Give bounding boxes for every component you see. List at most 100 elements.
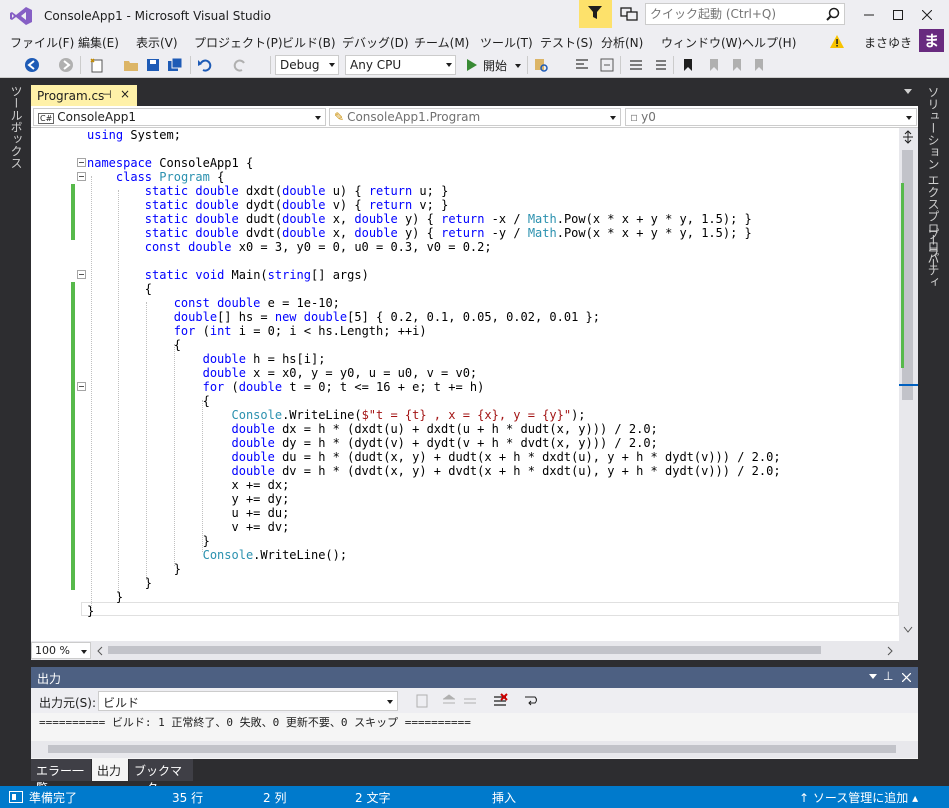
- code-line[interactable]: {: [87, 394, 781, 408]
- vertical-scrollbar[interactable]: [899, 128, 918, 641]
- quick-launch-input[interactable]: [646, 4, 816, 24]
- fold-namespace-icon[interactable]: [77, 158, 86, 167]
- sync-icon[interactable]: [599, 57, 615, 73]
- split-window-icon[interactable]: [901, 130, 915, 144]
- code-line[interactable]: static void Main(string[] args): [87, 268, 781, 282]
- comment-out-icon[interactable]: [628, 57, 644, 73]
- prev-bookmark-icon[interactable]: [705, 57, 721, 73]
- code-line[interactable]: u += du;: [87, 506, 781, 520]
- code-line[interactable]: v += dv;: [87, 520, 781, 534]
- source-code[interactable]: using System;​namespace ConsoleApp1 { cl…: [87, 128, 781, 618]
- code-line[interactable]: for (int i = 0; i < hs.Length; ++i): [87, 324, 781, 338]
- code-line[interactable]: }: [87, 604, 781, 618]
- search-icon[interactable]: [826, 7, 840, 21]
- code-line[interactable]: }: [87, 576, 781, 590]
- uncomment-icon[interactable]: [652, 57, 668, 73]
- solution-config-dropdown[interactable]: Debug: [275, 55, 339, 75]
- code-line[interactable]: double[] hs = new double[5] { 0.2, 0.1, …: [87, 310, 781, 324]
- user-name[interactable]: まさゆき: [864, 34, 912, 51]
- tab-list-dropdown-icon[interactable]: [904, 89, 912, 94]
- fold-class-icon[interactable]: [77, 172, 86, 181]
- code-line[interactable]: }: [87, 562, 781, 576]
- output-horizontal-scroll-thumb[interactable]: [48, 745, 896, 753]
- code-line[interactable]: namespace ConsoleApp1 {: [87, 156, 781, 170]
- find-message-icon[interactable]: [414, 693, 430, 709]
- class-dropdown[interactable]: ✎ ConsoleApp1.Program: [329, 108, 621, 126]
- code-line[interactable]: double h = hs[i];: [87, 352, 781, 366]
- redo-icon[interactable]: [232, 57, 248, 73]
- menu-analyze[interactable]: 分析(N): [601, 34, 643, 51]
- quick-launch-box[interactable]: [645, 3, 845, 25]
- code-line[interactable]: Console.WriteLine($"t = {t} , x = {x}, y…: [87, 408, 781, 422]
- menu-build[interactable]: ビルド(B): [282, 34, 336, 51]
- code-line[interactable]: double du = h * (dudt(x, y) + dudt(x + h…: [87, 450, 781, 464]
- tab-bookmarks[interactable]: ブックマーク: [129, 759, 193, 795]
- save-icon[interactable]: [145, 57, 161, 73]
- scroll-down-icon[interactable]: [903, 626, 913, 634]
- pin-icon[interactable]: ⊣: [102, 88, 112, 101]
- code-line[interactable]: Console.WriteLine();: [87, 548, 781, 562]
- menu-test[interactable]: テスト(S): [540, 34, 593, 51]
- avatar[interactable]: ま: [919, 29, 944, 53]
- fold-main-icon[interactable]: [77, 270, 86, 279]
- code-line[interactable]: using System;: [87, 128, 781, 142]
- feedback-icon[interactable]: [620, 5, 638, 23]
- code-line[interactable]: {: [87, 282, 781, 296]
- word-wrap-icon[interactable]: [523, 693, 539, 709]
- menu-window[interactable]: ウィンドウ(W): [661, 34, 742, 51]
- scroll-left-icon[interactable]: [96, 646, 104, 656]
- code-line[interactable]: static double dvdt(double x, double y) {…: [87, 226, 781, 240]
- save-all-icon[interactable]: [167, 57, 183, 73]
- code-line[interactable]: y += dy;: [87, 492, 781, 506]
- source-control-button[interactable]: ↑ ソース管理に追加 ▴: [799, 789, 918, 806]
- warning-icon[interactable]: [829, 34, 845, 49]
- navigate-icon[interactable]: [574, 57, 590, 73]
- forward-icon[interactable]: [58, 57, 74, 73]
- next-bookmark-icon[interactable]: [728, 57, 744, 73]
- menu-project[interactable]: プロジェクト(P): [194, 34, 283, 51]
- menu-debug[interactable]: デバッグ(D): [342, 34, 409, 51]
- menu-file[interactable]: ファイル(F): [10, 34, 74, 51]
- scroll-right-icon[interactable]: [886, 646, 894, 656]
- code-line[interactable]: double dy = h * (dydt(v) + dydt(v + h * …: [87, 436, 781, 450]
- open-file-icon[interactable]: [123, 57, 139, 73]
- bookmark-icon[interactable]: [680, 57, 696, 73]
- member-dropdown[interactable]: ▫ y0: [625, 108, 917, 126]
- code-line[interactable]: class Program {: [87, 170, 781, 184]
- clear-bookmarks-icon[interactable]: [750, 57, 766, 73]
- toolbox-tab[interactable]: ツールボックス: [7, 85, 25, 169]
- menu-edit[interactable]: 編集(E): [78, 34, 119, 51]
- code-line[interactable]: double x = x0, y = y0, u = u0, v = v0;: [87, 366, 781, 380]
- code-line[interactable]: x += dx;: [87, 478, 781, 492]
- code-line[interactable]: }: [87, 590, 781, 604]
- fold-for-icon[interactable]: [77, 382, 86, 391]
- horizontal-scroll-thumb[interactable]: [108, 646, 821, 654]
- close-tab-icon[interactable]: ×: [120, 87, 130, 101]
- code-line[interactable]: const double e = 1e-10;: [87, 296, 781, 310]
- zoom-dropdown[interactable]: 100 %: [31, 642, 91, 659]
- menu-view[interactable]: 表示(V): [136, 34, 178, 51]
- clear-all-icon[interactable]: [492, 693, 508, 709]
- panel-close-icon[interactable]: [902, 673, 911, 682]
- code-line[interactable]: {: [87, 338, 781, 352]
- start-debugging-button[interactable]: 開始: [464, 55, 524, 75]
- notification-filter-button[interactable]: [579, 0, 612, 28]
- new-project-icon[interactable]: [89, 57, 105, 73]
- tab-output[interactable]: 出力: [92, 759, 128, 781]
- next-message-icon[interactable]: [462, 693, 478, 709]
- panel-menu-icon[interactable]: [869, 674, 877, 680]
- code-line[interactable]: static double dxdt(double u) { return u;…: [87, 184, 781, 198]
- code-line[interactable]: }: [87, 534, 781, 548]
- output-text[interactable]: ========== ビルド: 1 正常終了、0 失敗、0 更新不要、0 スキッ…: [39, 714, 471, 730]
- menu-team[interactable]: チーム(M): [414, 34, 469, 51]
- find-in-files-icon[interactable]: [533, 57, 549, 73]
- code-line[interactable]: static double dudt(double x, double y) {…: [87, 212, 781, 226]
- code-line[interactable]: static double dydt(double v) { return v;…: [87, 198, 781, 212]
- output-source-dropdown[interactable]: ビルド: [98, 691, 398, 711]
- code-line[interactable]: double dv = h * (dvdt(x, y) + dvdt(x + h…: [87, 464, 781, 478]
- code-line[interactable]: double dx = h * (dxdt(u) + dxdt(u + h * …: [87, 422, 781, 436]
- menu-tools[interactable]: ツール(T): [480, 34, 533, 51]
- menu-help[interactable]: ヘルプ(H): [742, 34, 796, 51]
- code-line[interactable]: ​: [87, 142, 781, 156]
- project-dropdown[interactable]: C# ConsoleApp1: [33, 108, 326, 126]
